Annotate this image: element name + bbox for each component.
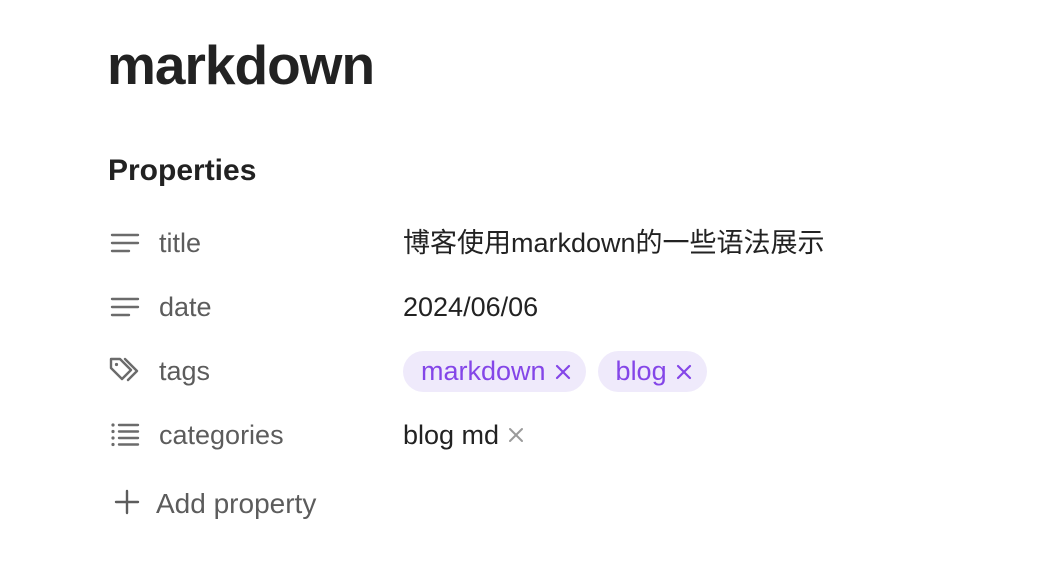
tag-chip[interactable]: blog [597,351,707,392]
category-item[interactable]: blog md [403,416,525,454]
property-row-categories: categories blog md [106,410,1006,460]
text-lines-icon[interactable] [106,224,144,262]
property-key-tags[interactable]: tags [159,352,210,390]
tag-label: blog [615,356,667,386]
property-key-categories[interactable]: categories [159,416,284,454]
list-icon[interactable] [106,416,144,454]
category-label: blog md [403,420,500,450]
property-row-title: title 博客使用markdown的一些语法展示 [106,218,1006,268]
property-value-date[interactable]: 2024/06/06 [403,288,538,326]
add-property-button[interactable]: Add property [112,485,316,523]
plus-icon [112,487,142,522]
property-key-date[interactable]: date [159,288,212,326]
property-key-title[interactable]: title [159,224,201,262]
tags-icon[interactable] [106,352,144,390]
properties-heading[interactable]: Properties [108,152,256,190]
tag-chip[interactable]: markdown [403,351,586,392]
text-lines-icon[interactable] [106,288,144,326]
property-value-title[interactable]: 博客使用markdown的一些语法展示 [403,224,825,262]
remove-category-icon[interactable] [507,426,525,444]
remove-tag-icon[interactable] [554,363,572,381]
remove-tag-icon[interactable] [675,363,693,381]
property-row-date: date 2024/06/06 [106,282,1006,332]
add-property-label: Add property [156,488,317,519]
tag-label: markdown [421,356,546,386]
property-row-tags: tags markdown blog [106,346,1006,396]
tag-list: markdown blog [403,351,707,392]
page-title[interactable]: markdown [107,30,375,100]
